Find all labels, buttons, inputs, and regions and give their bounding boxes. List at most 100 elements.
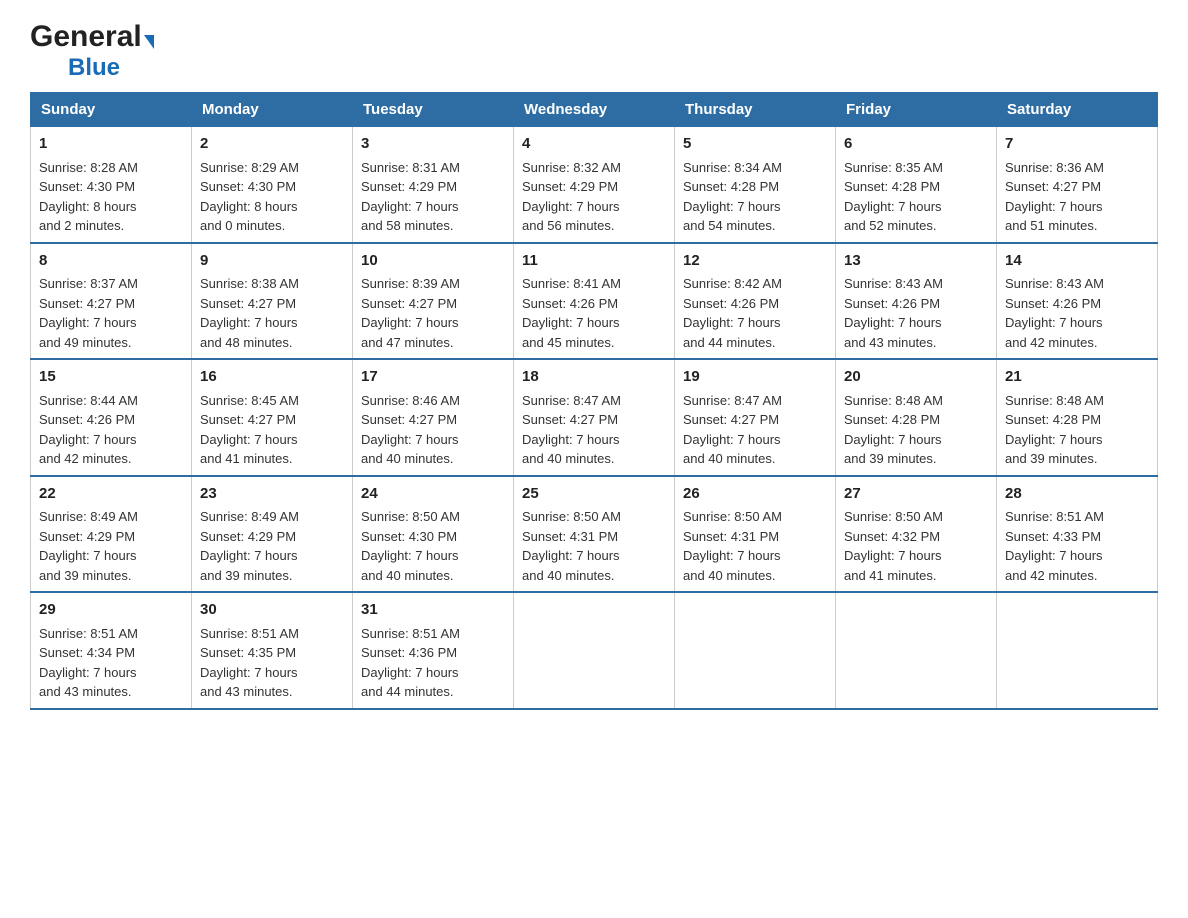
- day-daylight-cont: and 40 minutes.: [683, 568, 776, 583]
- day-sunset: Sunset: 4:29 PM: [39, 529, 135, 544]
- calendar-cell: 5 Sunrise: 8:34 AM Sunset: 4:28 PM Dayli…: [675, 127, 836, 243]
- day-number: 10: [361, 250, 505, 273]
- day-daylight-cont: and 52 minutes.: [844, 218, 937, 233]
- day-number: 7: [1005, 133, 1149, 156]
- calendar-cell: 23 Sunrise: 8:49 AM Sunset: 4:29 PM Dayl…: [192, 476, 353, 593]
- day-sunset: Sunset: 4:31 PM: [522, 529, 618, 544]
- day-daylight: Daylight: 7 hours: [683, 432, 781, 447]
- calendar-cell: 30 Sunrise: 8:51 AM Sunset: 4:35 PM Dayl…: [192, 592, 353, 709]
- day-daylight-cont: and 40 minutes.: [522, 568, 615, 583]
- calendar-cell: [836, 592, 997, 709]
- day-daylight: Daylight: 7 hours: [844, 548, 942, 563]
- day-sunset: Sunset: 4:27 PM: [200, 296, 296, 311]
- day-daylight: Daylight: 7 hours: [1005, 548, 1103, 563]
- day-sunrise: Sunrise: 8:43 AM: [844, 276, 943, 291]
- day-daylight: Daylight: 8 hours: [39, 199, 137, 214]
- day-sunrise: Sunrise: 8:39 AM: [361, 276, 460, 291]
- day-daylight: Daylight: 7 hours: [200, 665, 298, 680]
- calendar-cell: 11 Sunrise: 8:41 AM Sunset: 4:26 PM Dayl…: [514, 243, 675, 360]
- logo-general-line: General: [30, 20, 154, 54]
- day-sunset: Sunset: 4:26 PM: [1005, 296, 1101, 311]
- day-daylight-cont: and 43 minutes.: [39, 684, 132, 699]
- day-sunrise: Sunrise: 8:47 AM: [683, 393, 782, 408]
- day-daylight-cont: and 58 minutes.: [361, 218, 454, 233]
- day-sunrise: Sunrise: 8:43 AM: [1005, 276, 1104, 291]
- day-sunrise: Sunrise: 8:38 AM: [200, 276, 299, 291]
- calendar-table: SundayMondayTuesdayWednesdayThursdayFrid…: [30, 92, 1158, 710]
- calendar-cell: 26 Sunrise: 8:50 AM Sunset: 4:31 PM Dayl…: [675, 476, 836, 593]
- day-sunrise: Sunrise: 8:51 AM: [39, 626, 138, 641]
- day-daylight-cont: and 40 minutes.: [361, 568, 454, 583]
- day-sunset: Sunset: 4:29 PM: [200, 529, 296, 544]
- day-daylight-cont: and 39 minutes.: [39, 568, 132, 583]
- day-number: 1: [39, 133, 183, 156]
- calendar-cell: [675, 592, 836, 709]
- day-daylight-cont: and 56 minutes.: [522, 218, 615, 233]
- day-daylight: Daylight: 7 hours: [1005, 432, 1103, 447]
- day-sunrise: Sunrise: 8:50 AM: [361, 509, 460, 524]
- day-daylight-cont: and 39 minutes.: [1005, 451, 1098, 466]
- day-daylight: Daylight: 7 hours: [844, 432, 942, 447]
- day-daylight: Daylight: 7 hours: [39, 548, 137, 563]
- calendar-cell: 18 Sunrise: 8:47 AM Sunset: 4:27 PM Dayl…: [514, 359, 675, 476]
- day-daylight-cont: and 43 minutes.: [844, 335, 937, 350]
- day-daylight: Daylight: 7 hours: [683, 548, 781, 563]
- day-sunset: Sunset: 4:32 PM: [844, 529, 940, 544]
- day-sunrise: Sunrise: 8:51 AM: [200, 626, 299, 641]
- day-daylight: Daylight: 8 hours: [200, 199, 298, 214]
- day-sunset: Sunset: 4:27 PM: [361, 412, 457, 427]
- calendar-cell: 3 Sunrise: 8:31 AM Sunset: 4:29 PM Dayli…: [353, 127, 514, 243]
- day-daylight-cont: and 40 minutes.: [683, 451, 776, 466]
- day-sunset: Sunset: 4:34 PM: [39, 645, 135, 660]
- calendar-cell: 9 Sunrise: 8:38 AM Sunset: 4:27 PM Dayli…: [192, 243, 353, 360]
- day-number: 28: [1005, 483, 1149, 506]
- day-number: 6: [844, 133, 988, 156]
- day-daylight: Daylight: 7 hours: [361, 432, 459, 447]
- day-number: 25: [522, 483, 666, 506]
- day-daylight-cont: and 41 minutes.: [200, 451, 293, 466]
- calendar-cell: 19 Sunrise: 8:47 AM Sunset: 4:27 PM Dayl…: [675, 359, 836, 476]
- day-number: 30: [200, 599, 344, 622]
- day-sunrise: Sunrise: 8:48 AM: [1005, 393, 1104, 408]
- day-daylight: Daylight: 7 hours: [844, 199, 942, 214]
- day-daylight: Daylight: 7 hours: [361, 199, 459, 214]
- calendar-cell: 28 Sunrise: 8:51 AM Sunset: 4:33 PM Dayl…: [997, 476, 1158, 593]
- day-daylight: Daylight: 7 hours: [361, 548, 459, 563]
- day-daylight: Daylight: 7 hours: [39, 665, 137, 680]
- day-number: 19: [683, 366, 827, 389]
- day-number: 5: [683, 133, 827, 156]
- calendar-cell: 20 Sunrise: 8:48 AM Sunset: 4:28 PM Dayl…: [836, 359, 997, 476]
- logo: General Blue: [30, 20, 154, 82]
- calendar-week-row-3: 15 Sunrise: 8:44 AM Sunset: 4:26 PM Dayl…: [31, 359, 1158, 476]
- calendar-cell: 15 Sunrise: 8:44 AM Sunset: 4:26 PM Dayl…: [31, 359, 192, 476]
- calendar-week-row-2: 8 Sunrise: 8:37 AM Sunset: 4:27 PM Dayli…: [31, 243, 1158, 360]
- day-sunrise: Sunrise: 8:28 AM: [39, 160, 138, 175]
- logo-blue-text: Blue: [68, 54, 120, 81]
- weekday-header-row: SundayMondayTuesdayWednesdayThursdayFrid…: [31, 93, 1158, 127]
- logo-general-text: General: [30, 20, 142, 53]
- day-number: 22: [39, 483, 183, 506]
- day-sunset: Sunset: 4:33 PM: [1005, 529, 1101, 544]
- calendar-cell: 21 Sunrise: 8:48 AM Sunset: 4:28 PM Dayl…: [997, 359, 1158, 476]
- day-daylight: Daylight: 7 hours: [1005, 315, 1103, 330]
- day-daylight-cont: and 51 minutes.: [1005, 218, 1098, 233]
- day-sunset: Sunset: 4:29 PM: [361, 179, 457, 194]
- day-number: 31: [361, 599, 505, 622]
- calendar-cell: [997, 592, 1158, 709]
- calendar-cell: 31 Sunrise: 8:51 AM Sunset: 4:36 PM Dayl…: [353, 592, 514, 709]
- day-number: 27: [844, 483, 988, 506]
- day-number: 12: [683, 250, 827, 273]
- calendar-cell: 25 Sunrise: 8:50 AM Sunset: 4:31 PM Dayl…: [514, 476, 675, 593]
- day-sunset: Sunset: 4:27 PM: [522, 412, 618, 427]
- day-daylight-cont: and 44 minutes.: [361, 684, 454, 699]
- day-number: 14: [1005, 250, 1149, 273]
- weekday-header-tuesday: Tuesday: [353, 93, 514, 127]
- day-sunset: Sunset: 4:30 PM: [200, 179, 296, 194]
- day-number: 3: [361, 133, 505, 156]
- calendar-cell: 6 Sunrise: 8:35 AM Sunset: 4:28 PM Dayli…: [836, 127, 997, 243]
- calendar-cell: 7 Sunrise: 8:36 AM Sunset: 4:27 PM Dayli…: [997, 127, 1158, 243]
- calendar-cell: [514, 592, 675, 709]
- calendar-cell: 12 Sunrise: 8:42 AM Sunset: 4:26 PM Dayl…: [675, 243, 836, 360]
- day-sunrise: Sunrise: 8:35 AM: [844, 160, 943, 175]
- weekday-header-thursday: Thursday: [675, 93, 836, 127]
